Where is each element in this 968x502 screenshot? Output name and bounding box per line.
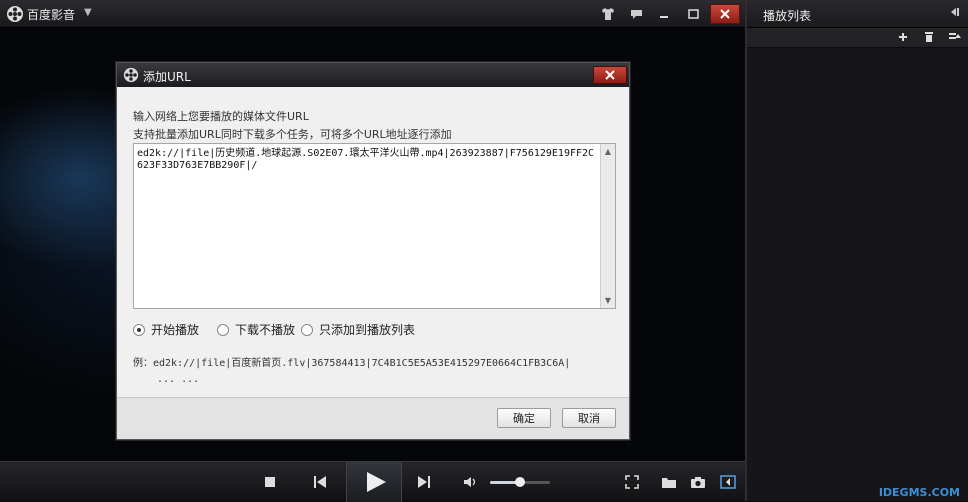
example-continuation: ... ... (157, 374, 200, 385)
dialog-close-button[interactable] (593, 66, 627, 84)
film-reel-icon (123, 67, 139, 83)
close-button[interactable] (710, 4, 740, 24)
example-url: 例：ed2k://|file|百度新首页.flv|367584413|7C4B1… (133, 358, 571, 369)
watermark-logo: IDEGMS.COM (878, 486, 960, 499)
previous-button[interactable] (310, 473, 330, 491)
playlist-toggle-icon[interactable] (718, 473, 738, 491)
stop-button[interactable] (262, 474, 278, 490)
scroll-down-icon[interactable]: ▼ (601, 293, 615, 308)
minimize-button[interactable] (652, 4, 676, 24)
control-bar (0, 461, 745, 502)
menu-dropdown-icon[interactable]: ▼ (84, 7, 92, 18)
dialog-title: 添加URL (143, 70, 191, 84)
maximize-button[interactable] (681, 4, 705, 24)
scroll-up-icon[interactable]: ▲ (601, 144, 615, 159)
confirm-button[interactable]: 确定 (497, 408, 551, 428)
radio-add-to-playlist[interactable] (301, 323, 313, 336)
film-reel-icon (7, 6, 23, 22)
url-textarea[interactable]: ed2k://|file|历史频道.地球起源.S02E07.環太平洋火山帶.mp… (133, 143, 616, 309)
camera-icon[interactable] (688, 473, 708, 491)
add-icon[interactable] (895, 30, 911, 46)
option-add-to-playlist[interactable]: 只添加到播放列表 (301, 321, 415, 338)
skin-shirt-icon[interactable] (596, 4, 620, 24)
cancel-button[interactable]: 取消 (562, 408, 616, 428)
radio-start-play[interactable] (133, 323, 145, 336)
option-label: 下载不播放 (235, 323, 296, 337)
app-title: 百度影音 (27, 8, 76, 22)
option-download-only[interactable]: 下载不播放 (217, 321, 295, 338)
fullscreen-icon[interactable] (623, 473, 641, 491)
playlist-header: 播放列表 (747, 0, 968, 28)
playlist-title: 播放列表 (763, 9, 812, 23)
sort-icon[interactable] (947, 30, 963, 46)
collapse-panel-icon[interactable] (948, 6, 960, 21)
radio-download-only[interactable] (217, 323, 229, 336)
option-start-play[interactable]: 开始播放 (133, 321, 199, 338)
title-bar: 百度影音 ▼ (0, 0, 745, 28)
message-icon[interactable] (624, 4, 648, 24)
playlist-toolbar (747, 28, 968, 48)
volume-icon[interactable] (462, 474, 480, 490)
play-button[interactable] (346, 462, 402, 502)
option-label: 只添加到播放列表 (319, 323, 416, 337)
option-label: 开始播放 (151, 323, 200, 337)
playlist-panel: 播放列表 (745, 0, 968, 501)
textarea-scrollbar[interactable]: ▲ ▼ (600, 144, 615, 308)
dialog-description-1: 输入网络上您要播放的媒体文件URL (133, 110, 309, 123)
next-button[interactable] (414, 473, 434, 491)
url-text[interactable]: ed2k://|file|历史频道.地球起源.S02E07.環太平洋火山帶.mp… (137, 148, 597, 172)
dialog-title-bar: 添加URL (117, 63, 629, 87)
folder-icon[interactable] (659, 473, 679, 491)
volume-thumb[interactable] (515, 477, 525, 487)
add-url-dialog: 添加URL 输入网络上您要播放的媒体文件URL 支持批量添加URL同时下载多个任… (116, 62, 630, 440)
dialog-description-2: 支持批量添加URL同时下载多个任务，可将多个URL地址逐行添加 (133, 128, 452, 141)
trash-icon[interactable] (921, 30, 937, 46)
dialog-footer: 确定 取消 (117, 397, 629, 439)
volume-slider[interactable] (490, 477, 550, 487)
